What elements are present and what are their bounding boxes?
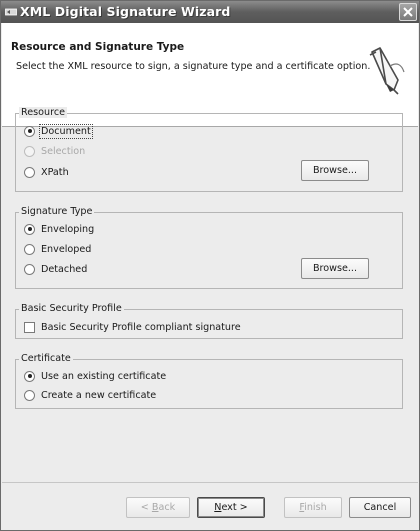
radio-detached[interactable] [24,263,35,275]
certificate-group: Certificate Use an existing certificate … [15,353,403,409]
radio-enveloping[interactable] [24,223,35,235]
signature-type-legend: Signature Type [19,206,95,217]
footer-separator [2,482,418,483]
app-icon [5,8,17,16]
security-profile-option[interactable]: Basic Security Profile compliant signatu… [24,320,241,334]
back-button: < Back [126,497,190,518]
resource-document-label: Document [39,123,93,139]
next-button[interactable]: Next > [197,497,265,518]
resource-selection-option: Selection [24,144,85,158]
next-suffix: ext > [221,502,248,513]
security-profile-legend: Basic Security Profile [19,303,124,314]
certificate-legend: Certificate [19,353,73,364]
resource-browse-button[interactable]: Browse... [301,160,369,181]
signature-enveloped-option[interactable]: Enveloped [24,242,91,256]
signature-enveloping-label: Enveloping [41,223,95,235]
back-suffix: ack [158,502,176,513]
security-profile-label: Basic Security Profile compliant signatu… [41,321,241,333]
signature-detached-label: Detached [41,263,88,275]
page-title: Resource and Signature Type [11,41,185,53]
cancel-button[interactable]: Cancel [349,497,411,518]
security-profile-group: Basic Security Profile Basic Security Pr… [15,303,403,339]
close-button[interactable] [399,3,417,21]
finish-button: Finish [284,497,342,518]
close-icon [403,7,413,17]
signature-browse-button[interactable]: Browse... [301,258,369,279]
page-description: Select the XML resource to sign, a signa… [16,61,371,72]
resource-xpath-label: XPath [41,166,69,178]
resource-legend: Resource [19,107,67,118]
signature-enveloped-label: Enveloped [41,243,92,255]
certificate-existing-option[interactable]: Use an existing certificate [24,369,166,383]
wizard-window: XML Digital Signature Wizard Resource an… [0,0,420,531]
signature-enveloping-option[interactable]: Enveloping [24,222,94,236]
certificate-new-option[interactable]: Create a new certificate [24,388,156,402]
certificate-existing-label: Use an existing certificate [41,370,167,382]
resource-xpath-option[interactable]: XPath [24,165,69,179]
radio-xpath[interactable] [24,166,35,178]
radio-document[interactable] [24,125,35,137]
resource-group: Resource Document Selection XPath Browse… [15,107,403,192]
window-title: XML Digital Signature Wizard [20,4,231,19]
pen-icon [369,47,405,95]
radio-enveloped[interactable] [24,243,35,255]
radio-existing-certificate[interactable] [24,370,35,382]
radio-new-certificate[interactable] [24,389,35,401]
signature-type-group: Signature Type Enveloping Enveloped Deta… [15,206,403,289]
radio-selection [24,145,35,157]
back-prefix: < [140,502,152,513]
checkbox-security-profile[interactable] [24,321,35,333]
certificate-new-label: Create a new certificate [41,389,157,401]
signature-detached-option[interactable]: Detached [24,262,87,276]
title-bar[interactable]: XML Digital Signature Wizard [1,1,419,23]
finish-suffix: inish [304,502,327,513]
resource-selection-label: Selection [41,145,86,157]
resource-document-option[interactable]: Document [24,123,93,139]
